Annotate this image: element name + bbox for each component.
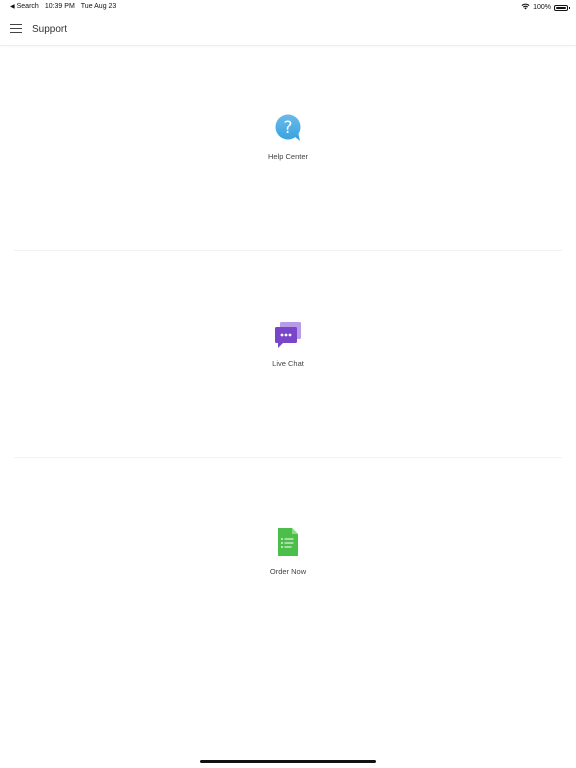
hamburger-menu-icon[interactable] — [10, 24, 22, 34]
order-now-label: Order Now — [269, 566, 307, 576]
help-center-label: Help Center — [267, 152, 309, 161]
order-now-section: Order Now — [0, 458, 576, 664]
wifi-icon — [521, 3, 530, 12]
order-now-option[interactable]: Order Now — [270, 527, 306, 576]
status-left: ◀ Search 10:39 PM Tue Aug 23 — [10, 3, 116, 10]
status-bar: ◀ Search 10:39 PM Tue Aug 23 100% — [0, 0, 576, 14]
back-to-app[interactable]: ◀ Search — [10, 3, 39, 10]
live-chat-option[interactable]: Live Chat — [272, 321, 304, 368]
battery-percent: 100% — [533, 4, 551, 11]
help-center-section: ? Help Center — [0, 47, 576, 250]
chat-bubbles-icon — [273, 321, 303, 354]
back-app-label: Search — [16, 3, 39, 10]
status-date: Tue Aug 23 — [80, 3, 117, 10]
status-time: 10:39 PM — [44, 3, 75, 10]
back-triangle-icon: ◀ — [10, 4, 15, 10]
document-list-icon — [277, 527, 299, 562]
home-indicator[interactable] — [200, 760, 376, 763]
battery-icon — [554, 4, 570, 11]
help-bubble-icon: ? — [274, 114, 302, 147]
status-right: 100% — [521, 3, 570, 12]
live-chat-section: Live Chat — [0, 251, 576, 457]
page-title: Support — [32, 24, 68, 35]
app-header: Support — [0, 14, 576, 46]
svg-text:?: ? — [283, 118, 292, 138]
help-center-option[interactable]: ? Help Center — [268, 114, 308, 161]
live-chat-label: Live Chat — [272, 358, 304, 368]
